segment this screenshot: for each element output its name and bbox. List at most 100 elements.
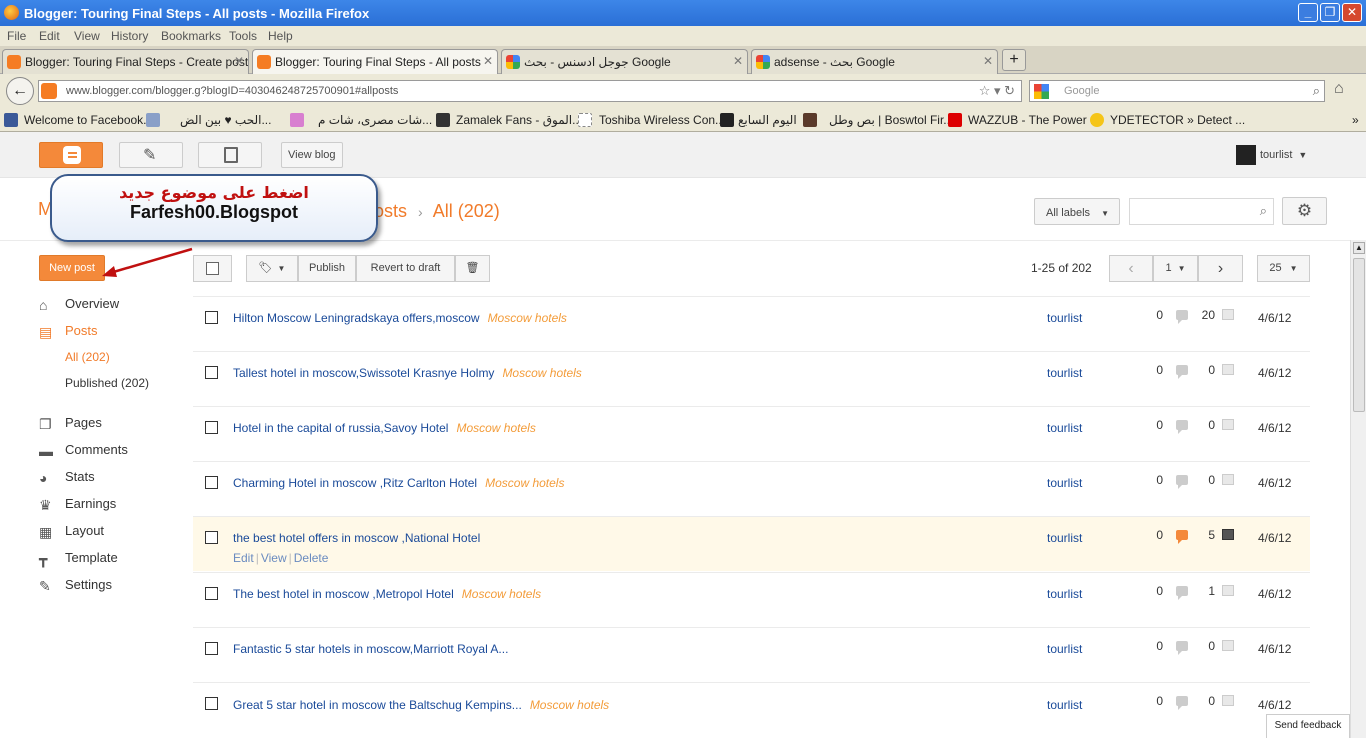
post-author[interactable]: tourlist: [1047, 642, 1082, 656]
post-author[interactable]: tourlist: [1047, 698, 1082, 712]
post-label[interactable]: Moscow hotels: [488, 311, 567, 325]
post-author[interactable]: tourlist: [1047, 531, 1082, 545]
menu-file[interactable]: File: [7, 29, 26, 43]
breadcrumb-posts[interactable]: osts: [374, 201, 407, 221]
scroll-up-icon[interactable]: ▲: [1353, 242, 1365, 254]
minimize-button[interactable]: _: [1298, 3, 1318, 22]
view-link[interactable]: View: [261, 551, 287, 565]
posts-list-button[interactable]: [198, 142, 262, 168]
edit-link[interactable]: Edit: [233, 551, 254, 565]
new-post-button[interactable]: New post: [39, 255, 105, 281]
post-author[interactable]: tourlist: [1047, 587, 1082, 601]
menu-history[interactable]: History: [111, 29, 148, 43]
bookmark-item[interactable]: اليوم السابع: [738, 113, 797, 127]
menu-tools[interactable]: Tools: [229, 29, 257, 43]
bookmark-item[interactable]: Toshiba Wireless Con...: [599, 113, 725, 127]
menu-view[interactable]: View: [74, 29, 100, 43]
next-page-button[interactable]: ›: [1198, 255, 1243, 282]
post-title-link[interactable]: Tallest hotel in moscow,Swissotel Krasny…: [233, 366, 582, 380]
sidebar-subitem-published[interactable]: Published (202): [65, 376, 149, 390]
post-label[interactable]: Moscow hotels: [485, 476, 564, 490]
row-checkbox[interactable]: [205, 642, 218, 655]
bookmark-item[interactable]: Welcome to Facebook...: [24, 113, 153, 127]
label-dropdown-button[interactable]: 🏷 ▼: [246, 255, 298, 282]
tab-create-post[interactable]: Blogger: Touring Final Steps - Create po…: [2, 49, 249, 74]
scrollbar-thumb[interactable]: [1353, 258, 1365, 412]
bookmark-star-reload-icons[interactable]: ☆ ▾ ↻: [979, 83, 1015, 99]
tab-google-search-arabic[interactable]: جوجل ادسنس - بحث Google ✕: [501, 49, 748, 74]
new-tab-button[interactable]: +: [1002, 49, 1026, 71]
menu-help[interactable]: Help: [268, 29, 293, 43]
delete-link[interactable]: Delete: [294, 551, 329, 565]
user-menu[interactable]: tourlist ▼: [1236, 145, 1307, 165]
bookmark-item[interactable]: شات مصرى، شات م...: [318, 113, 432, 127]
maximize-button[interactable]: ❐: [1320, 3, 1340, 22]
post-label[interactable]: Moscow hotels: [530, 698, 609, 712]
search-bar[interactable]: Google ⌕: [1029, 80, 1325, 102]
page-scrollbar[interactable]: ▲: [1350, 240, 1366, 738]
search-posts-input[interactable]: ⌕: [1129, 198, 1274, 225]
page-select-dropdown[interactable]: 1 ▼: [1153, 255, 1198, 282]
post-title-link[interactable]: Hotel in the capital of russia,Savoy Hot…: [233, 421, 536, 435]
post-title-link[interactable]: Fantastic 5 star hotels in moscow,Marrio…: [233, 642, 516, 656]
row-checkbox[interactable]: [205, 421, 218, 434]
all-labels-dropdown[interactable]: All labels ▼: [1034, 198, 1120, 225]
bookmarks-overflow-icon[interactable]: »: [1352, 113, 1359, 127]
post-author[interactable]: tourlist: [1047, 311, 1082, 325]
blogger-logo-button[interactable]: [39, 142, 103, 168]
post-title-link[interactable]: Charming Hotel in moscow ,Ritz Carlton H…: [233, 476, 564, 490]
post-author[interactable]: tourlist: [1047, 476, 1082, 490]
table-row[interactable]: Tallest hotel in moscow,Swissotel Krasny…: [193, 351, 1310, 406]
home-icon[interactable]: ⌂: [1334, 80, 1344, 98]
post-title-link[interactable]: the best hotel offers in moscow ,Nationa…: [233, 531, 488, 545]
bookmark-item[interactable]: WAZZUB - The Power ...: [968, 113, 1100, 127]
row-checkbox[interactable]: [205, 531, 218, 544]
post-title-link[interactable]: Great 5 star hotel in moscow the Baltsch…: [233, 698, 609, 712]
table-row[interactable]: Charming Hotel in moscow ,Ritz Carlton H…: [193, 461, 1310, 516]
back-button[interactable]: ←: [6, 77, 34, 105]
new-post-pencil-button[interactable]: ✎: [119, 142, 183, 168]
google-engine-icon[interactable]: [1034, 84, 1049, 99]
row-checkbox[interactable]: [205, 311, 218, 324]
revert-to-draft-button[interactable]: Revert to draft: [356, 255, 455, 282]
close-tab-icon[interactable]: ✕: [733, 54, 743, 68]
close-tab-icon[interactable]: ✕: [983, 54, 993, 68]
table-row[interactable]: The best hotel in moscow ,Metropol Hotel…: [193, 572, 1310, 627]
post-title-link[interactable]: The best hotel in moscow ,Metropol Hotel…: [233, 587, 541, 601]
row-checkbox[interactable]: [205, 366, 218, 379]
sidebar-subitem-all[interactable]: All (202): [65, 350, 110, 364]
post-author[interactable]: tourlist: [1047, 366, 1082, 380]
tab-google-search-adsense[interactable]: adsense - بحث Google ✕: [751, 49, 998, 74]
menu-bookmarks[interactable]: Bookmarks: [161, 29, 221, 43]
bookmark-item[interactable]: YDETECTOR » Detect ...: [1110, 113, 1245, 127]
close-tab-icon[interactable]: ✕: [234, 54, 244, 68]
table-row-highlighted[interactable]: the best hotel offers in moscow ,Nationa…: [193, 516, 1310, 571]
table-row[interactable]: Fantastic 5 star hotels in moscow,Marrio…: [193, 627, 1310, 682]
send-feedback-button[interactable]: Send feedback: [1266, 714, 1350, 738]
post-author[interactable]: tourlist: [1047, 421, 1082, 435]
row-checkbox[interactable]: [205, 476, 218, 489]
post-label[interactable]: Moscow hotels: [502, 366, 581, 380]
post-label[interactable]: Moscow hotels: [456, 421, 535, 435]
previous-page-button[interactable]: ‹: [1109, 255, 1153, 282]
per-page-dropdown[interactable]: 25 ▼: [1257, 255, 1310, 282]
menu-edit[interactable]: Edit: [39, 29, 60, 43]
close-tab-icon[interactable]: ✕: [483, 54, 493, 68]
settings-gear-button[interactable]: ⚙: [1282, 197, 1327, 225]
stats-chart-icon[interactable]: [1222, 529, 1234, 540]
delete-button[interactable]: 🗑: [455, 255, 490, 282]
post-title-link[interactable]: Hilton Moscow Leningradskaya offers,mosc…: [233, 311, 567, 325]
row-checkbox[interactable]: [205, 587, 218, 600]
publish-button[interactable]: Publish: [298, 255, 356, 282]
close-window-button[interactable]: ✕: [1342, 3, 1362, 22]
post-label[interactable]: Moscow hotels: [462, 587, 541, 601]
table-row[interactable]: Great 5 star hotel in moscow the Baltsch…: [193, 682, 1310, 737]
table-row[interactable]: Hilton Moscow Leningradskaya offers,mosc…: [193, 296, 1310, 351]
select-all-checkbox[interactable]: [193, 255, 232, 282]
tab-all-posts[interactable]: Blogger: Touring Final Steps - All posts…: [252, 49, 498, 74]
bookmark-item[interactable]: Zamalek Fans - الموق...: [456, 113, 582, 127]
row-checkbox[interactable]: [205, 697, 218, 710]
view-blog-button[interactable]: View blog: [281, 142, 343, 168]
magnifier-icon[interactable]: ⌕: [1313, 83, 1320, 99]
bookmark-item[interactable]: بص وطل | Boswtol Fir...: [829, 113, 953, 127]
